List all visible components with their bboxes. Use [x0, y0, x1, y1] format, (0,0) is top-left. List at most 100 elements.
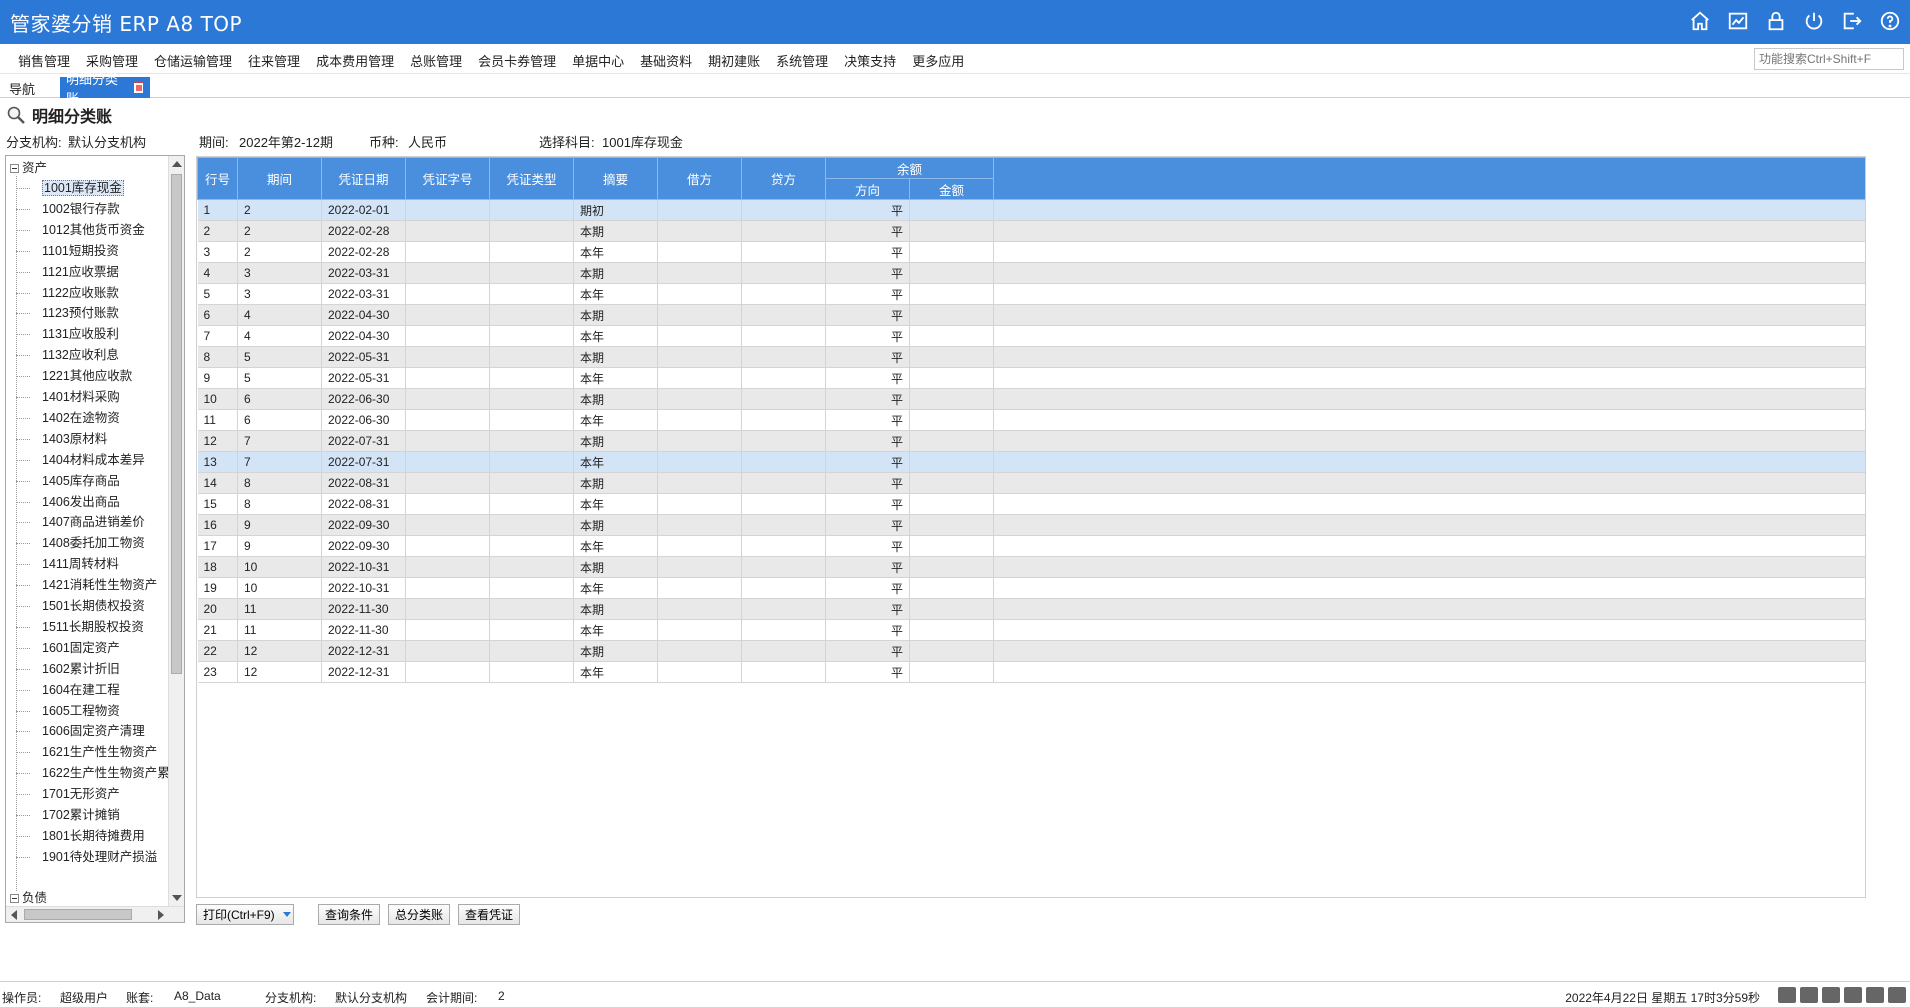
lock-icon[interactable]	[1764, 9, 1788, 33]
logout-icon[interactable]	[1840, 9, 1864, 33]
power-icon[interactable]	[1802, 9, 1826, 33]
clipboard-icon[interactable]	[1800, 987, 1818, 1003]
scroll-thumb[interactable]	[171, 174, 182, 674]
menu-item-0[interactable]: 销售管理	[10, 51, 78, 70]
tree-item[interactable]: 1701无形资产	[42, 784, 120, 804]
table-row[interactable]: 7 4 2022-04-30 本年 平	[197, 325, 1865, 347]
tree-item[interactable]: 1402在途物资	[42, 408, 120, 428]
collapse-icon[interactable]	[10, 163, 19, 173]
scroll-left-icon[interactable]	[11, 910, 17, 920]
scroll-right-icon[interactable]	[158, 910, 164, 920]
tree-item[interactable]: 1221其他应收款	[42, 366, 132, 386]
collapse-icon[interactable]	[10, 893, 19, 903]
help-icon[interactable]	[1878, 9, 1902, 33]
table-row[interactable]: 13 7 2022-07-31 本年 平	[197, 451, 1865, 473]
table-row[interactable]: 15 8 2022-08-31 本年 平	[197, 493, 1865, 515]
home-small-icon[interactable]	[1888, 987, 1906, 1003]
tree-item[interactable]: 1601固定资产	[42, 638, 120, 658]
table-row[interactable]: 17 9 2022-09-30 本年 平	[197, 535, 1865, 557]
tree-item[interactable]: 1622生产性生物资产累	[42, 763, 169, 783]
apps-icon[interactable]	[1866, 987, 1884, 1003]
menu-item-12[interactable]: 更多应用	[904, 51, 972, 70]
chart-icon[interactable]	[1726, 9, 1750, 33]
table-row[interactable]: 16 9 2022-09-30 本期 平	[197, 514, 1865, 536]
tree-item[interactable]: 1401材料采购	[42, 387, 120, 407]
edit-icon[interactable]	[1822, 987, 1840, 1003]
tree-item[interactable]: 1407商品进销差价	[42, 512, 145, 532]
scroll-up-icon[interactable]	[172, 161, 182, 167]
tree-item[interactable]: 1421消耗性生物资产	[42, 575, 157, 595]
tab-detail-ledger[interactable]: 明细分类账	[60, 72, 150, 106]
col-header-date[interactable]: 凭证日期	[321, 157, 406, 200]
query-conditions-button[interactable]: 查询条件	[318, 904, 381, 925]
menu-item-5[interactable]: 总账管理	[402, 51, 470, 70]
col-header-summary[interactable]: 摘要	[573, 157, 658, 200]
table-row[interactable]: 14 8 2022-08-31 本期 平	[197, 472, 1865, 494]
tree-vertical-scrollbar[interactable]	[168, 156, 184, 906]
view-voucher-button[interactable]: 查看凭证	[458, 904, 521, 925]
menu-item-1[interactable]: 采购管理	[78, 51, 146, 70]
print-button[interactable]: 打印(Ctrl+F9)	[196, 904, 294, 925]
message-icon[interactable]	[1778, 987, 1796, 1003]
tree-item[interactable]: 1604在建工程	[42, 680, 120, 700]
col-header-balance[interactable]: 余额	[824, 157, 995, 179]
menu-item-10[interactable]: 系统管理	[768, 51, 836, 70]
close-tab-icon[interactable]	[132, 81, 144, 94]
table-row[interactable]: 2 2 2022-02-28 本期平	[197, 220, 1865, 242]
tab-navigation[interactable]: 导航	[3, 77, 55, 98]
tree-item[interactable]: 1131应收股利	[42, 324, 119, 344]
col-header-debit[interactable]: 借方	[657, 157, 742, 200]
general-ledger-button[interactable]: 总分类账	[388, 904, 451, 925]
col-header-voucher-type[interactable]: 凭证类型	[489, 157, 574, 200]
table-row[interactable]: 19 10 2022-10-31 本年 平	[197, 577, 1865, 599]
function-search-input[interactable]	[1754, 48, 1904, 70]
scroll-down-icon[interactable]	[172, 895, 182, 901]
table-row[interactable]: 10 6 2022-06-30 本期 平	[197, 388, 1865, 410]
table-row[interactable]: 11 6 2022-06-30 本年 平	[197, 409, 1865, 431]
tree-item[interactable]: 1511长期股权投资	[42, 617, 144, 637]
menu-item-8[interactable]: 基础资料	[632, 51, 700, 70]
tree-item[interactable]: 1606固定资产清理	[42, 721, 145, 741]
tree-item[interactable]: 1901待处理财产损溢	[42, 847, 157, 867]
col-header-voucher-no[interactable]: 凭证字号	[405, 157, 490, 200]
tree-item[interactable]: 1405库存商品	[42, 471, 120, 491]
tree-item[interactable]: 1101短期投资	[42, 241, 119, 261]
col-header-direction[interactable]: 方向	[825, 178, 910, 200]
home-icon[interactable]	[1688, 9, 1712, 33]
table-row[interactable]: 20 11 2022-11-30 本期 平	[197, 598, 1865, 620]
col-header-amount[interactable]: 金额	[908, 178, 995, 200]
table-row[interactable]: 21 11 2022-11-30 本年 平	[197, 619, 1865, 641]
menu-item-7[interactable]: 单据中心	[564, 51, 632, 70]
table-row[interactable]: 12 7 2022-07-31 本期 平	[197, 430, 1865, 452]
table-row[interactable]: 3 2 2022-02-28 本年 平	[197, 241, 1865, 263]
menu-item-4[interactable]: 成本费用管理	[308, 51, 402, 70]
table-row[interactable]: 6 4 2022-04-30 本期 平	[197, 304, 1865, 326]
col-header-period[interactable]: 期间	[237, 157, 322, 200]
tree-item[interactable]: 1404材料成本差异	[42, 450, 145, 470]
dropdown-caret-icon[interactable]	[282, 912, 291, 917]
col-header-credit[interactable]: 贷方	[741, 157, 826, 200]
menu-item-11[interactable]: 决策支持	[836, 51, 904, 70]
tree-item[interactable]: 1408委托加工物资	[42, 533, 145, 553]
table-row[interactable]: 4 3 2022-03-31 本期 平	[197, 262, 1865, 284]
tree-item[interactable]: 1801长期待摊费用	[42, 826, 145, 846]
tree-group-assets[interactable]: 资产	[10, 158, 47, 178]
tree-item[interactable]: 1411周转材料	[42, 554, 119, 574]
table-row[interactable]: 8 5 2022-05-31 本期 平	[197, 346, 1865, 368]
table-row[interactable]: 22 12 2022-12-31 本期 平	[197, 640, 1865, 662]
menu-item-9[interactable]: 期初建账	[700, 51, 768, 70]
tree-item[interactable]: 1012其他货币资金	[42, 220, 145, 240]
table-row[interactable]: 18 10 2022-10-31 本期 平	[197, 556, 1865, 578]
tree-item[interactable]: 1621生产性生物资产	[42, 742, 157, 762]
tree-item[interactable]: 1001库存现金	[42, 178, 124, 198]
menu-item-6[interactable]: 会员卡券管理	[470, 51, 564, 70]
tree-group-liabilities[interactable]: 负债	[10, 888, 47, 906]
tree-item[interactable]: 1501长期债权投资	[42, 596, 145, 616]
table-row[interactable]: 1 2 2022-02-01 期初 平	[197, 199, 1865, 221]
tree-item[interactable]: 1121应收票据	[42, 262, 119, 282]
tree-item[interactable]: 1403原材料	[42, 429, 107, 449]
table-row[interactable]: 5 3 2022-03-31 本年 平	[197, 283, 1865, 305]
tree-item[interactable]: 1132应收利息	[42, 345, 119, 365]
menu-item-2[interactable]: 仓储运输管理	[146, 51, 240, 70]
grid-icon[interactable]	[1844, 987, 1862, 1003]
